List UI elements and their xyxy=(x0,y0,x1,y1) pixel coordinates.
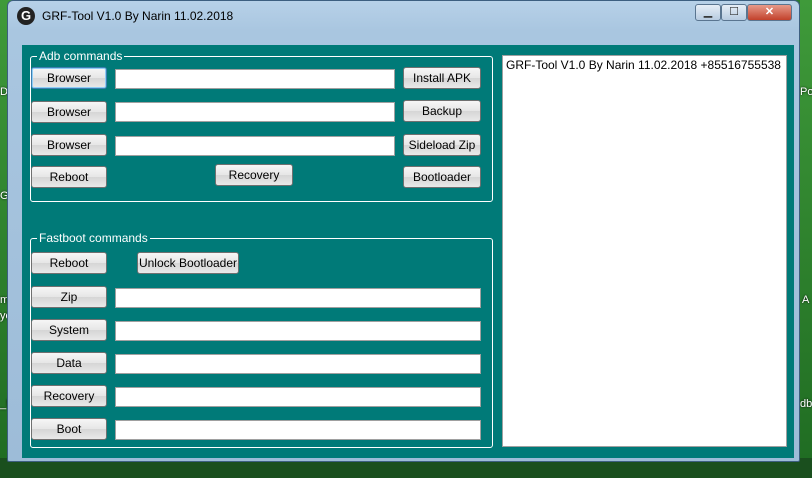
fastboot-recovery-input[interactable] xyxy=(115,387,481,407)
desktop-label: db xyxy=(800,398,812,410)
adb-reboot-button[interactable]: Reboot xyxy=(31,166,107,188)
fastboot-system-input[interactable] xyxy=(115,321,481,341)
adb-recovery-button[interactable]: Recovery xyxy=(215,164,293,186)
sideload-zip-button[interactable]: Sideload Zip xyxy=(403,134,481,156)
fastboot-boot-input[interactable] xyxy=(115,420,481,440)
adb-browser-button-3[interactable]: Browser xyxy=(31,134,107,156)
fastboot-reboot-button[interactable]: Reboot xyxy=(31,252,107,274)
fastboot-data-input[interactable] xyxy=(115,354,481,374)
close-button[interactable]: ✕ xyxy=(747,4,792,21)
adb-path-input-1[interactable] xyxy=(115,69,395,89)
fastboot-zip-input[interactable] xyxy=(115,288,481,308)
adb-browser-button-2[interactable]: Browser xyxy=(31,101,107,123)
bootloader-button[interactable]: Bootloader xyxy=(403,166,481,188)
desktop-label: Po xyxy=(800,86,812,98)
log-output[interactable]: GRF-Tool V1.0 By Narin 11.02.2018 +85516… xyxy=(502,55,787,447)
adb-browser-button-1[interactable]: Browser xyxy=(31,67,107,89)
adb-path-input-2[interactable] xyxy=(115,102,395,122)
backup-button[interactable]: Backup xyxy=(403,100,481,122)
app-logo-icon: G xyxy=(17,7,35,25)
adb-group-title: Adb commands xyxy=(37,49,125,63)
maximize-button[interactable]: ☐ xyxy=(721,4,747,21)
desktop-label: A xyxy=(802,294,810,306)
unlock-bootloader-button[interactable]: Unlock Bootloader xyxy=(137,252,239,274)
minimize-button[interactable]: ▁ xyxy=(695,4,721,21)
window-title: GRF-Tool V1.0 By Narin 11.02.2018 xyxy=(42,9,234,23)
fastboot-recovery-button[interactable]: Recovery xyxy=(31,385,107,407)
fastboot-data-button[interactable]: Data xyxy=(31,352,107,374)
fastboot-system-button[interactable]: System xyxy=(31,319,107,341)
install-apk-button[interactable]: Install APK xyxy=(403,67,481,89)
fastboot-group-title: Fastboot commands xyxy=(37,231,150,245)
fastboot-zip-button[interactable]: Zip xyxy=(31,286,107,308)
title-bar[interactable]: G GRF-Tool V1.0 By Narin 11.02.2018 ▁ ☐ … xyxy=(8,1,799,31)
client-area: Adb commands Browser Install APK Browser… xyxy=(22,45,794,458)
fastboot-boot-button[interactable]: Boot xyxy=(31,418,107,440)
adb-path-input-3[interactable] xyxy=(115,136,395,156)
